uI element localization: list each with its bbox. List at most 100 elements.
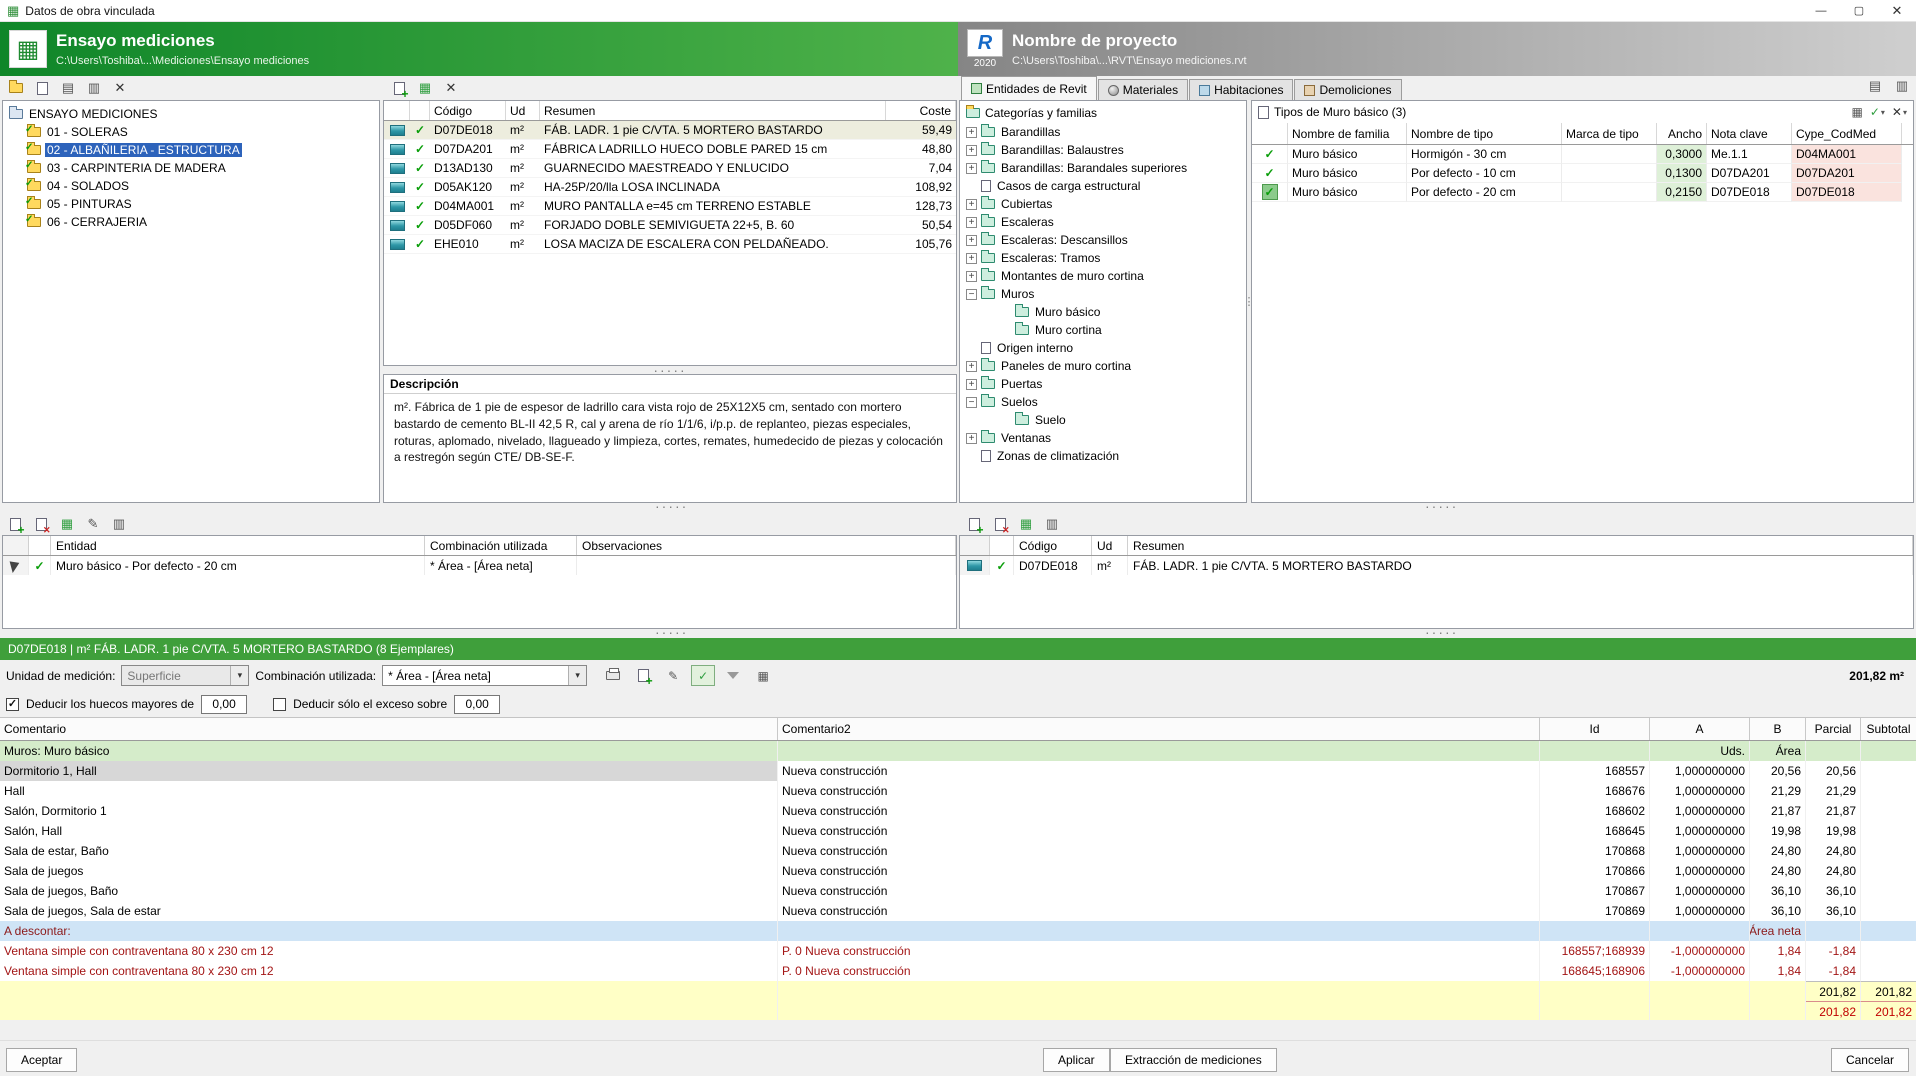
chapter-tree-item[interactable]: 01 - SOLERAS bbox=[3, 123, 379, 141]
concept-row[interactable]: D05DF060 m² FORJADO DOBLE SEMIVIGUETA 22… bbox=[384, 216, 956, 235]
category-tree-item[interactable]: Muros bbox=[960, 285, 1246, 303]
tab[interactable]: Materiales bbox=[1097, 79, 1189, 100]
chapter-page-button[interactable] bbox=[31, 78, 53, 98]
tab[interactable]: Habitaciones bbox=[1189, 79, 1294, 100]
category-tree-item[interactable]: Escaleras: Tramos bbox=[960, 249, 1246, 267]
deduction-row[interactable]: Ventana simple con contraventana 80 x 23… bbox=[0, 961, 1916, 981]
extract-measurements-button[interactable]: Extracción de mediciones bbox=[1110, 1048, 1277, 1072]
expander-icon[interactable] bbox=[966, 144, 977, 156]
type-row[interactable]: Muro básico Por defecto - 20 cm 0,2150 D… bbox=[1252, 183, 1913, 202]
tab[interactable]: Entidades de Revit bbox=[961, 76, 1097, 100]
type-row[interactable]: Muro básico Por defecto - 10 cm 0,1300 D… bbox=[1252, 164, 1913, 183]
measurement-row[interactable]: Sala de estar, Baño Nueva construcción 1… bbox=[0, 841, 1916, 861]
levels-view-button[interactable]: ▥ bbox=[83, 78, 105, 98]
concept-row[interactable]: D07DE018 m² FÁB. LADR. 1 pie C/VTA. 5 MO… bbox=[384, 121, 956, 140]
close-button[interactable]: ✕ bbox=[1878, 0, 1916, 21]
measurement-row[interactable]: Dormitorio 1, Hall Nueva construcción 16… bbox=[0, 761, 1916, 781]
minimize-button[interactable]: — bbox=[1802, 0, 1840, 21]
layout-vertical-button[interactable]: ▥ bbox=[1891, 76, 1913, 96]
approve-toggle[interactable]: ✓ bbox=[691, 665, 716, 686]
edit-button[interactable]: ✎ bbox=[661, 665, 685, 686]
deduct-excess-checkbox[interactable] bbox=[273, 697, 287, 711]
category-tree-item[interactable]: Zonas de climatización bbox=[960, 447, 1246, 465]
layout-horizontal-button[interactable]: ▤ bbox=[1864, 76, 1886, 96]
category-tree-item[interactable]: Muro cortina bbox=[960, 321, 1246, 339]
expander-icon[interactable] bbox=[966, 288, 977, 300]
splitter-handle[interactable]: ····· bbox=[1425, 499, 1458, 513]
category-tree-item[interactable]: Muro básico bbox=[960, 303, 1246, 321]
measurement-row[interactable]: Salón, Dormitorio 1 Nueva construcción 1… bbox=[0, 801, 1916, 821]
measurement-row[interactable]: Sala de juegos, Sala de estar Nueva cons… bbox=[0, 901, 1916, 921]
concept-row[interactable]: D05AK120 m² HA-25P/20/lla LOSA INCLINADA… bbox=[384, 178, 956, 197]
measurement-row[interactable]: Sala de juegos Nueva construcción 170866… bbox=[0, 861, 1916, 881]
deduct-hollows-checkbox[interactable] bbox=[6, 697, 19, 711]
categories-splitter[interactable]: ⋮ bbox=[1247, 100, 1251, 503]
remove-concept-button[interactable]: ✕ bbox=[440, 78, 462, 98]
chapter-tree-item[interactable]: 02 - ALBAÑILERIA - ESTRUCTURA bbox=[3, 141, 379, 159]
category-tree-item[interactable]: Cubiertas bbox=[960, 195, 1246, 213]
deduction-row[interactable]: Ventana simple con contraventana 80 x 23… bbox=[0, 941, 1916, 961]
category-tree-item[interactable]: Paneles de muro cortina bbox=[960, 357, 1246, 375]
add-concept-button[interactable] bbox=[388, 78, 410, 100]
reject-types-button[interactable]: ✕ ▾ bbox=[1892, 105, 1907, 119]
category-tree-item[interactable]: Ventanas bbox=[960, 429, 1246, 447]
splitter-handle[interactable]: ····· bbox=[1425, 625, 1458, 639]
category-tree-item[interactable]: Origen interno bbox=[960, 339, 1246, 357]
expander-icon[interactable] bbox=[966, 216, 977, 228]
expander-icon[interactable] bbox=[966, 162, 977, 174]
lower-horizontal-splitter[interactable]: ····· ····· bbox=[0, 625, 1916, 639]
unit-select[interactable]: Superficie ▾ bbox=[121, 665, 250, 686]
expander-icon[interactable] bbox=[966, 360, 977, 372]
category-tree-item[interactable]: Montantes de muro cortina bbox=[960, 267, 1246, 285]
maximize-button[interactable]: ▢ bbox=[1840, 0, 1878, 21]
category-tree-item[interactable]: Barandillas bbox=[960, 123, 1246, 141]
category-tree-item[interactable]: Escaleras bbox=[960, 213, 1246, 231]
expander-icon[interactable] bbox=[966, 252, 977, 264]
deduct-hollows-input[interactable] bbox=[201, 694, 248, 714]
category-tree-item[interactable]: Puertas bbox=[960, 375, 1246, 393]
measurement-row[interactable]: Salón, Hall Nueva construcción 168645 1,… bbox=[0, 821, 1916, 841]
main-vertical-splitter[interactable] bbox=[957, 100, 959, 503]
entity-row[interactable]: Muro básico - Por defecto - 20 cm * Área… bbox=[3, 556, 956, 575]
expander-icon[interactable] bbox=[966, 432, 977, 444]
category-tree-item[interactable]: Suelo bbox=[960, 411, 1246, 429]
concept-row[interactable]: D04MA001 m² MURO PANTALLA e=45 cm TERREN… bbox=[384, 197, 956, 216]
add-entity-button[interactable] bbox=[4, 514, 26, 536]
copy-measurement-button[interactable]: ▥ bbox=[108, 514, 130, 534]
splitter-handle[interactable]: ····· bbox=[655, 499, 688, 513]
expander-icon[interactable] bbox=[966, 234, 977, 246]
chapter-tree-item[interactable]: 05 - PINTURAS bbox=[3, 195, 379, 213]
category-tree-item[interactable]: Barandillas: Balaustres bbox=[960, 141, 1246, 159]
concept-row[interactable]: EHE010 m² LOSA MACIZA DE ESCALERA CON PE… bbox=[384, 235, 956, 254]
deduct-excess-input[interactable] bbox=[454, 694, 501, 714]
chapter-tree-item[interactable]: ENSAYO MEDICIONES bbox=[3, 105, 379, 123]
chapter-tree-item[interactable]: 06 - CERRAJERIA bbox=[3, 213, 379, 231]
edit-measurement-button[interactable]: ✎ bbox=[82, 514, 104, 534]
measurement-table-button[interactable]: ▦ bbox=[56, 514, 78, 534]
add-linked-concept-button[interactable] bbox=[963, 514, 985, 536]
cancel-button[interactable]: Cancelar bbox=[1830, 1048, 1909, 1072]
apply-button[interactable]: Aplicar bbox=[1043, 1048, 1110, 1072]
grid-view-button[interactable]: ▦ bbox=[751, 665, 775, 686]
upper-horizontal-splitter[interactable]: ····· ····· bbox=[0, 499, 1916, 513]
linked-concept-row[interactable]: D07DE018 m² FÁB. LADR. 1 pie C/VTA. 5 MO… bbox=[960, 556, 1913, 575]
chapter-tree-item[interactable]: 04 - SOLADOS bbox=[3, 177, 379, 195]
measurement-row[interactable]: Sala de juegos, Baño Nueva construcción … bbox=[0, 881, 1916, 901]
delete-chapter-button[interactable]: ✕ bbox=[109, 78, 131, 98]
tree-view-button[interactable]: ▤ bbox=[57, 78, 79, 98]
measurement-group-row[interactable]: Muros: Muro básico Uds. Área bbox=[0, 741, 1916, 761]
type-row[interactable]: Muro básico Hormigón - 30 cm 0,3000 Me.1… bbox=[1252, 145, 1913, 164]
expander-icon[interactable] bbox=[966, 396, 977, 408]
open-folder-button[interactable] bbox=[5, 78, 27, 98]
print-button[interactable] bbox=[601, 665, 625, 686]
tab[interactable]: Demoliciones bbox=[1294, 79, 1402, 100]
copy-concept-button[interactable]: ▥ bbox=[1041, 514, 1063, 534]
splitter-handle[interactable]: ····· bbox=[383, 363, 957, 377]
expander-icon[interactable] bbox=[966, 378, 977, 390]
category-tree-item[interactable]: Casos de carga estructural bbox=[960, 177, 1246, 195]
category-tree-item[interactable]: Escaleras: Descansillos bbox=[960, 231, 1246, 249]
concept-row[interactable]: D07DA201 m² FÁBRICA LADRILLO HUECO DOBLE… bbox=[384, 140, 956, 159]
types-table-button[interactable]: ▦ bbox=[1852, 105, 1863, 119]
measurement-row[interactable]: Hall Nueva construcción 168676 1,0000000… bbox=[0, 781, 1916, 801]
export-button[interactable] bbox=[631, 665, 655, 687]
